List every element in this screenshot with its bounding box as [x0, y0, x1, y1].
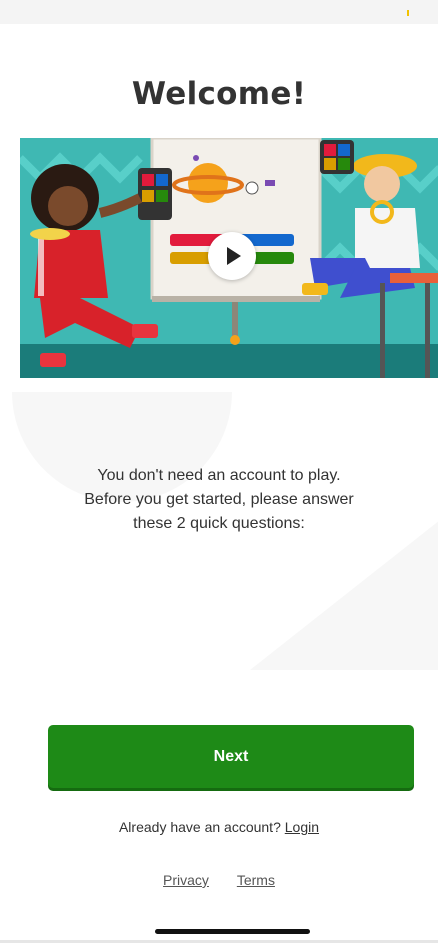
- intro-line: these 2 quick questions:: [133, 515, 305, 532]
- intro-video[interactable]: [20, 138, 438, 378]
- next-button[interactable]: Next: [48, 725, 414, 788]
- intro-text: You don't need an account to play. Befor…: [40, 464, 398, 536]
- privacy-link[interactable]: Privacy: [163, 872, 209, 888]
- terms-link[interactable]: Terms: [237, 872, 275, 888]
- background-decoration: [250, 520, 438, 670]
- login-link[interactable]: Login: [285, 819, 319, 835]
- home-indicator[interactable]: [155, 929, 310, 934]
- status-indicator-icon: [407, 10, 409, 16]
- play-icon: [227, 247, 241, 265]
- footer-links: Privacy Terms: [0, 872, 438, 888]
- page-title: Welcome!: [131, 76, 307, 112]
- login-prompt: Already have an account?: [118, 819, 281, 835]
- play-button[interactable]: [208, 232, 256, 280]
- intro-line: Before you get started, please answer: [84, 491, 354, 508]
- login-row: Already have an account? Login: [0, 819, 438, 835]
- intro-line: You don't need an account to play.: [97, 467, 341, 484]
- status-bar: [0, 0, 438, 24]
